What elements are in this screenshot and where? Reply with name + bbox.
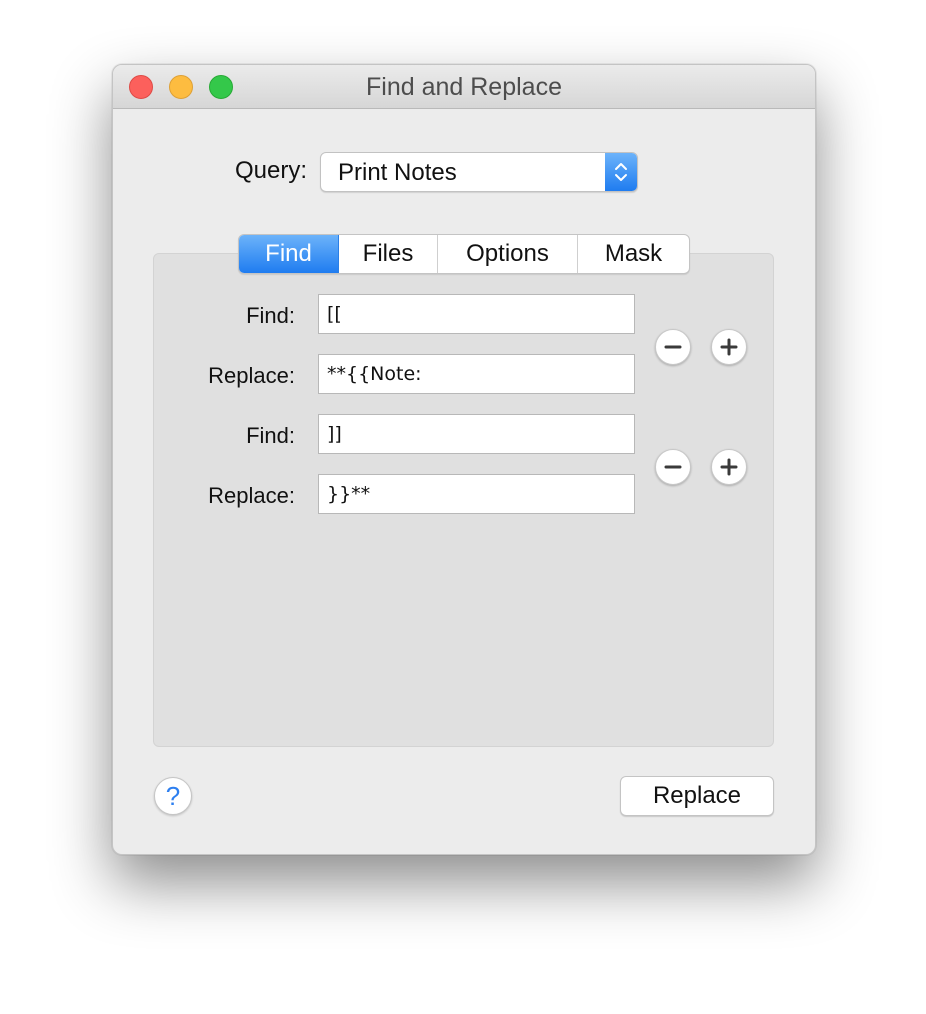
replace-label: Replace: (208, 363, 295, 388)
minus-circle-icon (664, 465, 682, 469)
find-label: Find: (246, 303, 295, 328)
find-label: Find: (246, 423, 295, 448)
query-popup-button[interactable]: Print Notes (320, 152, 638, 192)
minus-circle-icon (664, 345, 682, 349)
plus-circle-icon (720, 458, 738, 476)
find-field[interactable] (318, 294, 635, 334)
tab-bar: Find Files Options Mask (238, 234, 690, 274)
tab-find[interactable]: Find (239, 235, 339, 273)
query-selected-value: Print Notes (338, 159, 457, 186)
replace-button[interactable]: Replace (620, 776, 774, 816)
zoom-window-button[interactable] (209, 75, 233, 99)
query-label: Query: (234, 157, 307, 184)
replace-label: Replace: (208, 483, 295, 508)
replace-field[interactable] (318, 354, 635, 394)
title-bar[interactable]: Find and Replace (113, 65, 815, 109)
help-button[interactable]: ? (154, 777, 192, 815)
plus-circle-icon (720, 338, 738, 356)
tab-files[interactable]: Files (339, 235, 438, 273)
add-rule-button[interactable] (711, 329, 747, 365)
tab-options[interactable]: Options (438, 235, 578, 273)
remove-rule-button[interactable] (655, 449, 691, 485)
replace-field[interactable] (318, 474, 635, 514)
close-window-button[interactable] (129, 75, 153, 99)
find-field[interactable] (318, 414, 635, 454)
tab-mask[interactable]: Mask (578, 235, 689, 273)
minimize-window-button[interactable] (169, 75, 193, 99)
find-replace-window: Find and Replace Query: Print Notes Find… (112, 64, 816, 855)
up-down-chevron-icon (605, 153, 637, 191)
remove-rule-button[interactable] (655, 329, 691, 365)
add-rule-button[interactable] (711, 449, 747, 485)
question-mark-icon: ? (165, 781, 181, 811)
